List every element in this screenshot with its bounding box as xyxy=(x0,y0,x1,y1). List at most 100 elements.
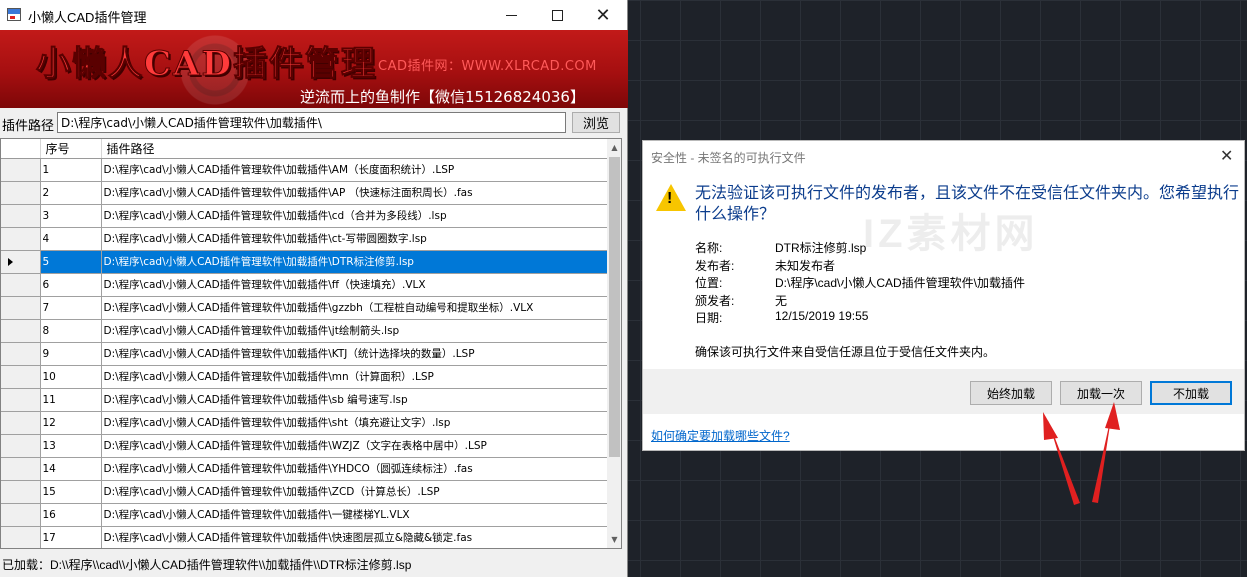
row-header[interactable] xyxy=(1,227,41,251)
file-info-list: 名称: DTR标注修剪.lsp 发布者: 未知发布者 位置: D:\程序\cad\小懒人C… xyxy=(695,239,1025,327)
row-number-cell[interactable]: 6 xyxy=(40,273,102,297)
row-path-cell[interactable]: D:\程序\cad\小懒人CAD插件管理软件\加载插件\一键楼梯YL.VLX xyxy=(101,503,608,527)
row-path-cell[interactable]: D:\程序\cad\小懒人CAD插件管理软件\加载插件\sht（填充避让文字）.… xyxy=(101,411,608,435)
window-title: 小懒人CAD插件管理 xyxy=(28,10,147,25)
row-header-corner xyxy=(1,139,41,159)
table-row[interactable]: 3 D:\程序\cad\小懒人CAD插件管理软件\加载插件\cd（合并为多段线）.… xyxy=(1,204,608,228)
file-info-value: DTR标注修剪.lsp xyxy=(775,241,867,255)
row-path-cell[interactable]: D:\程序\cad\小懒人CAD插件管理软件\加载插件\mn（计算面积）.LSP xyxy=(101,365,608,389)
minimize-button[interactable] xyxy=(488,0,534,30)
row-number-cell[interactable]: 9 xyxy=(40,342,102,366)
row-header[interactable] xyxy=(1,365,41,389)
row-number-cell[interactable]: 14 xyxy=(40,457,102,481)
file-info-value: D:\程序\cad\小懒人CAD插件管理软件\加载插件 xyxy=(775,276,1026,290)
close-button[interactable]: ✕ xyxy=(580,0,626,30)
row-path-cell[interactable]: D:\程序\cad\小懒人CAD插件管理软件\加载插件\KTJ（统计选择块的数量… xyxy=(101,342,608,366)
row-path-cell[interactable]: D:\程序\cad\小懒人CAD插件管理软件\加载插件\gzzbh（工程桩自动编… xyxy=(101,296,608,320)
file-info-value: 12/15/2019 19:55 xyxy=(775,309,869,323)
row-path-cell[interactable]: D:\程序\cad\小懒人CAD插件管理软件\加载插件\WZJZ（文字在表格中居… xyxy=(101,434,608,458)
row-path-cell[interactable]: D:\程序\cad\小懒人CAD插件管理软件\加载插件\sb 编号速写.lsp xyxy=(101,388,608,412)
banner-title: 小懒人CAD插件管理 xyxy=(36,44,377,85)
row-header[interactable] xyxy=(1,319,41,343)
table-row[interactable]: 16 D:\程序\cad\小懒人CAD插件管理软件\加载插件\一键楼梯YL.VLX xyxy=(1,503,608,527)
row-path-cell[interactable]: D:\程序\cad\小懒人CAD插件管理软件\加载插件\AP （快速标注面积周长… xyxy=(101,181,608,205)
row-path-cell[interactable]: D:\程序\cad\小懒人CAD插件管理软件\加载插件\ZCD（计算总长）.LS… xyxy=(101,480,608,504)
table-row[interactable]: 4 D:\程序\cad\小懒人CAD插件管理软件\加载插件\ct-写带圆圈数字.l… xyxy=(1,227,608,251)
row-path-cell[interactable]: D:\程序\cad\小懒人CAD插件管理软件\加载插件\快速图层孤立&隐藏&锁定… xyxy=(101,526,608,548)
scroll-up-icon[interactable]: ▲ xyxy=(607,139,621,156)
table-row[interactable]: 17 D:\程序\cad\小懒人CAD插件管理软件\加载插件\快速图层孤立&隐藏&… xyxy=(1,526,608,548)
row-header[interactable] xyxy=(1,204,41,228)
table-row[interactable]: 8 D:\程序\cad\小懒人CAD插件管理软件\加载插件\jt绘制箭头.lsp xyxy=(1,319,608,343)
row-path-cell[interactable]: D:\程序\cad\小懒人CAD插件管理软件\加载插件\cd（合并为多段线）.l… xyxy=(101,204,608,228)
current-row-caret-icon xyxy=(8,257,13,266)
column-header-path[interactable]: 插件路径 xyxy=(101,139,608,159)
row-number-cell[interactable]: 4 xyxy=(40,227,102,251)
browse-button[interactable]: 浏览 xyxy=(572,112,620,133)
row-header[interactable] xyxy=(1,342,41,366)
column-header-number[interactable]: 序号 xyxy=(40,139,102,159)
row-header[interactable] xyxy=(1,480,41,504)
dialog-close-icon[interactable]: ✕ xyxy=(1220,146,1233,166)
maximize-button[interactable] xyxy=(534,0,580,30)
row-path-cell[interactable]: D:\程序\cad\小懒人CAD插件管理软件\加载插件\ff（快速填充）.VLX xyxy=(101,273,608,297)
do-not-load-button[interactable]: 不加载 xyxy=(1150,381,1232,405)
row-number-cell[interactable]: 2 xyxy=(40,181,102,205)
plugin-path-label: 插件路径 xyxy=(2,119,55,134)
row-path-cell[interactable]: D:\程序\cad\小懒人CAD插件管理软件\加载插件\AM（长度面积统计）.L… xyxy=(101,158,608,182)
row-header[interactable] xyxy=(1,273,41,297)
row-number-cell[interactable]: 5 xyxy=(40,250,102,274)
scroll-down-icon[interactable]: ▼ xyxy=(607,531,621,548)
row-path-cell[interactable]: D:\程序\cad\小懒人CAD插件管理软件\加载插件\DTR标注修剪.lsp xyxy=(101,250,608,274)
row-path-cell[interactable]: D:\程序\cad\小懒人CAD插件管理软件\加载插件\YHDCO（圆弧连续标注… xyxy=(101,457,608,481)
row-header[interactable] xyxy=(1,388,41,412)
row-number-cell[interactable]: 16 xyxy=(40,503,102,527)
row-number-cell[interactable]: 7 xyxy=(40,296,102,320)
row-number-cell[interactable]: 13 xyxy=(40,434,102,458)
scrollbar-thumb[interactable] xyxy=(609,157,620,457)
file-info-row: 位置: D:\程序\cad\小懒人CAD插件管理软件\加载插件 xyxy=(695,274,1025,292)
row-number-cell[interactable]: 1 xyxy=(40,158,102,182)
row-header[interactable] xyxy=(1,411,41,435)
row-path-cell[interactable]: D:\程序\cad\小懒人CAD插件管理软件\加载插件\jt绘制箭头.lsp xyxy=(101,319,608,343)
table-row[interactable]: 12 D:\程序\cad\小懒人CAD插件管理软件\加载插件\sht（填充避让文字… xyxy=(1,411,608,435)
load-once-button[interactable]: 加载一次 xyxy=(1060,381,1142,405)
plugin-path-input[interactable] xyxy=(57,112,566,133)
row-header[interactable] xyxy=(1,250,41,274)
warning-icon: ! xyxy=(656,184,686,211)
vertical-scrollbar[interactable]: ▲ ▼ xyxy=(607,139,621,548)
row-header[interactable] xyxy=(1,457,41,481)
dialog-title: 安全性 - 未签名的可执行文件 xyxy=(651,151,806,165)
table-row[interactable]: 7 D:\程序\cad\小懒人CAD插件管理软件\加载插件\gzzbh（工程桩自动… xyxy=(1,296,608,320)
table-row[interactable]: 11 D:\程序\cad\小懒人CAD插件管理软件\加载插件\sb 编号速写.ls… xyxy=(1,388,608,412)
row-header[interactable] xyxy=(1,434,41,458)
row-number-cell[interactable]: 11 xyxy=(40,388,102,412)
row-header[interactable] xyxy=(1,503,41,527)
table-row[interactable]: 13 D:\程序\cad\小懒人CAD插件管理软件\加载插件\WZJZ（文字在表格… xyxy=(1,434,608,458)
table-row[interactable]: 6 D:\程序\cad\小懒人CAD插件管理软件\加载插件\ff（快速填充）.VL… xyxy=(1,273,608,297)
file-info-key: 名称: xyxy=(695,241,723,255)
row-number-cell[interactable]: 17 xyxy=(40,526,102,548)
row-header[interactable] xyxy=(1,296,41,320)
row-number-cell[interactable]: 10 xyxy=(40,365,102,389)
row-number-cell[interactable]: 12 xyxy=(40,411,102,435)
plugin-path-row: 插件路径 浏览 xyxy=(0,112,628,134)
always-load-button[interactable]: 始终加载 xyxy=(970,381,1052,405)
row-path-cell[interactable]: D:\程序\cad\小懒人CAD插件管理软件\加载插件\ct-写带圆圈数字.ls… xyxy=(101,227,608,251)
help-link[interactable]: 如何确定要加载哪些文件? xyxy=(651,427,790,444)
table-row[interactable]: 10 D:\程序\cad\小懒人CAD插件管理软件\加载插件\mn（计算面积）.L… xyxy=(1,365,608,389)
title-bar[interactable]: 小懒人CAD插件管理 ✕ xyxy=(0,0,627,30)
row-number-cell[interactable]: 3 xyxy=(40,204,102,228)
file-info-row: 日期: 12/15/2019 19:55 xyxy=(695,309,1025,327)
row-number-cell[interactable]: 8 xyxy=(40,319,102,343)
row-number-cell[interactable]: 15 xyxy=(40,480,102,504)
row-header[interactable] xyxy=(1,158,41,182)
table-row[interactable]: 14 D:\程序\cad\小懒人CAD插件管理软件\加载插件\YHDCO（圆弧连续… xyxy=(1,457,608,481)
row-header[interactable] xyxy=(1,526,41,548)
table-row[interactable]: 5 D:\程序\cad\小懒人CAD插件管理软件\加载插件\DTR标注修剪.lsp xyxy=(1,250,608,274)
table-row[interactable]: 1 D:\程序\cad\小懒人CAD插件管理软件\加载插件\AM（长度面积统计）.… xyxy=(1,158,608,182)
row-header[interactable] xyxy=(1,181,41,205)
table-row[interactable]: 9 D:\程序\cad\小懒人CAD插件管理软件\加载插件\KTJ（统计选择块的数… xyxy=(1,342,608,366)
table-row[interactable]: 15 D:\程序\cad\小懒人CAD插件管理软件\加载插件\ZCD（计算总长）.… xyxy=(1,480,608,504)
table-row[interactable]: 2 D:\程序\cad\小懒人CAD插件管理软件\加载插件\AP （快速标注面积周… xyxy=(1,181,608,205)
